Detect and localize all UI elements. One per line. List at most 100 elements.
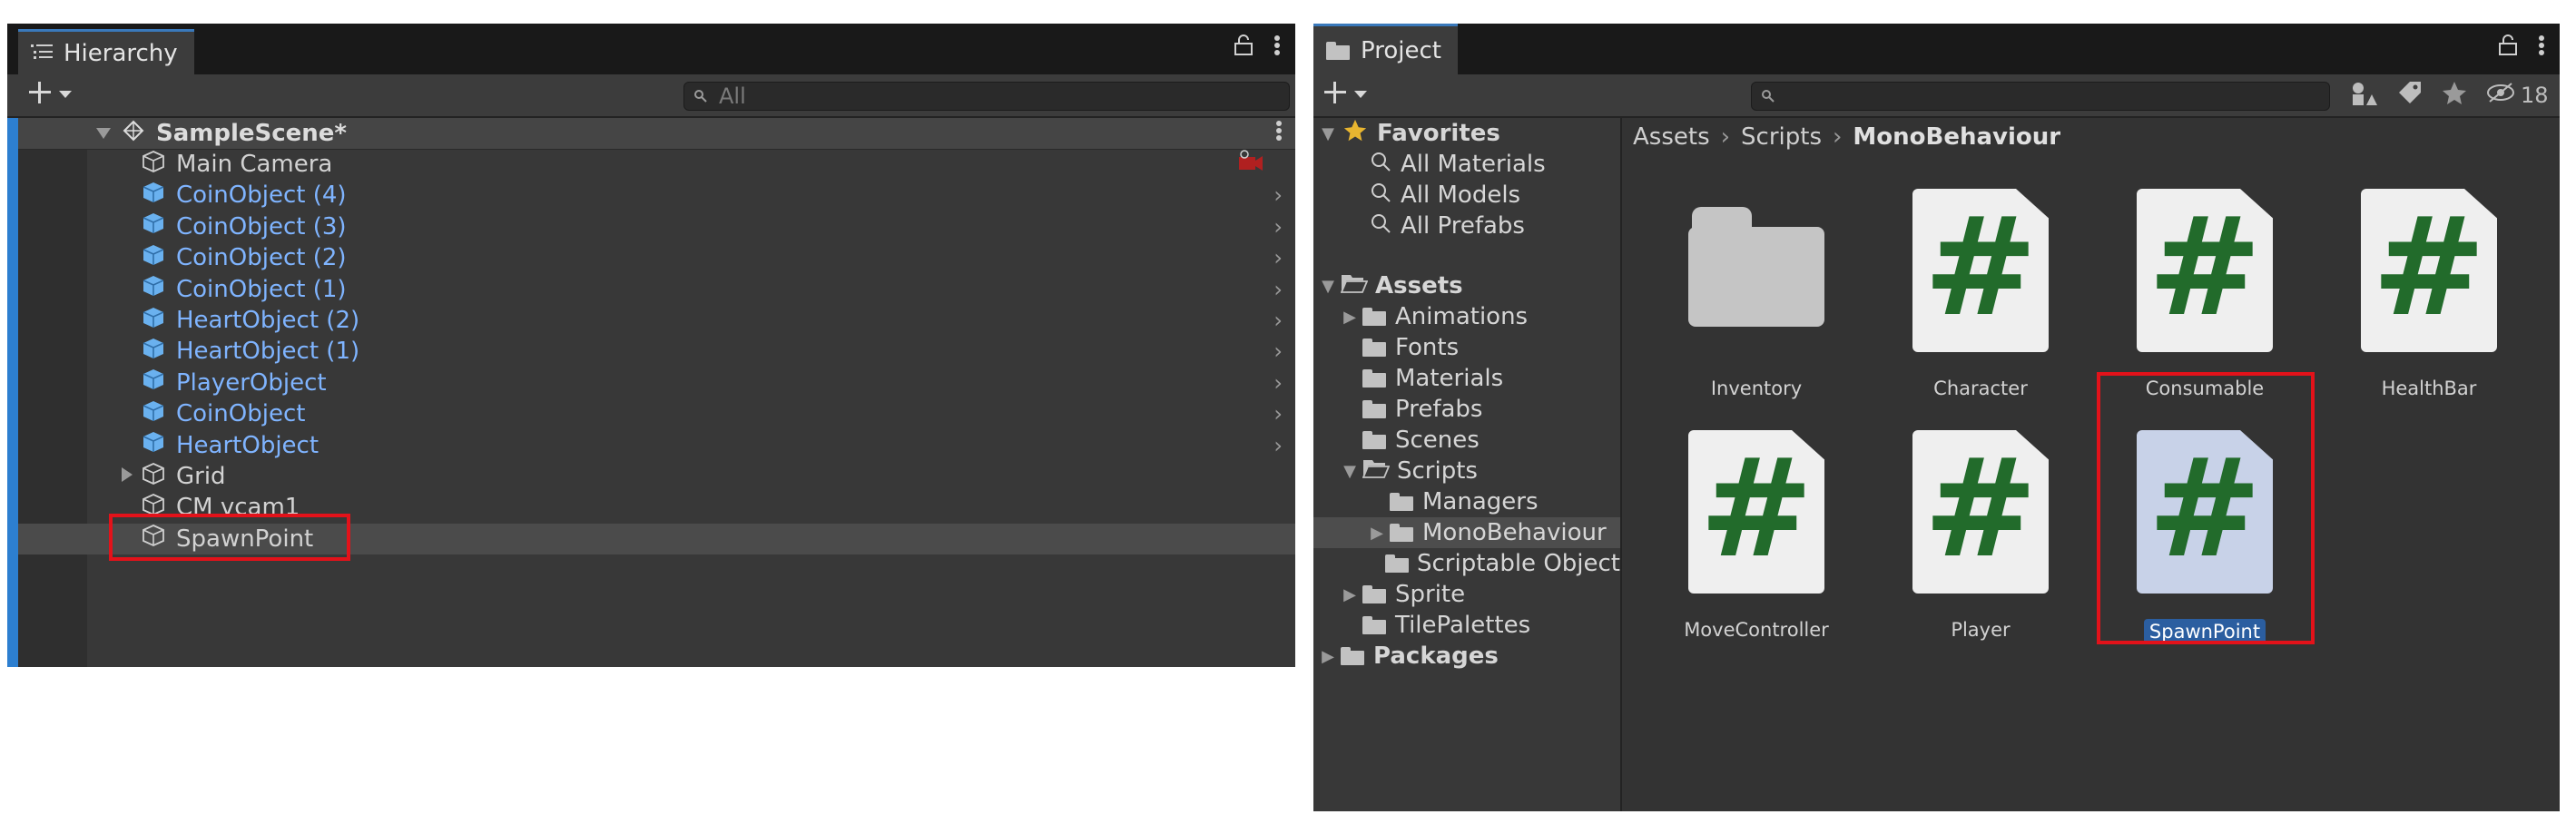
- collapse-triangle-icon[interactable]: ▼: [1341, 462, 1359, 481]
- expand-triangle-icon[interactable]: ▶: [1319, 647, 1337, 666]
- hierarchy-row[interactable]: SpawnPoint: [18, 523, 1295, 554]
- asset-name-wrap: HealthBar: [2338, 352, 2520, 399]
- breadcrumb-item[interactable]: MonoBehaviour: [1853, 123, 2060, 151]
- search-icon: [1370, 212, 1391, 240]
- hidden-count: 18: [2521, 83, 2549, 108]
- plus-icon: [27, 80, 53, 109]
- open-prefab-chevron-icon[interactable]: ›: [1273, 182, 1283, 208]
- expand-triangle-icon[interactable]: [120, 463, 134, 490]
- hierarchy-row[interactable]: CM vcam1: [18, 492, 1295, 523]
- label-tag-icon[interactable]: [2395, 80, 2423, 111]
- csharp-script-icon: #: [1912, 430, 2049, 594]
- favorite-star-icon[interactable]: [2441, 80, 2468, 111]
- tree-item[interactable]: Scenes: [1313, 425, 1620, 456]
- unity-scene-icon: [122, 119, 145, 149]
- open-prefab-chevron-icon[interactable]: ›: [1273, 339, 1283, 364]
- camera-gizmo-icon: [1237, 149, 1264, 180]
- open-prefab-chevron-icon[interactable]: ›: [1273, 370, 1283, 396]
- scene-expand-triangle-icon[interactable]: [94, 120, 113, 147]
- hierarchy-tab[interactable]: Hierarchy: [18, 29, 194, 74]
- hidden-packages-toggle[interactable]: 18: [2486, 82, 2549, 109]
- asset-script-item[interactable]: # Character: [1890, 189, 2071, 399]
- folder-icon: [1362, 308, 1386, 326]
- breadcrumb-item[interactable]: Scripts: [1741, 123, 1822, 151]
- asset-name-wrap: Player: [1890, 594, 2071, 641]
- hierarchy-search-field[interactable]: All: [683, 82, 1290, 111]
- scene-options-icon[interactable]: [1275, 120, 1283, 148]
- asset-script-item[interactable]: # Player: [1890, 430, 2071, 641]
- hierarchy-row[interactable]: HeartObject (2) ›: [18, 305, 1295, 336]
- project-tab[interactable]: Project: [1313, 24, 1458, 74]
- tree-item[interactable]: Scriptable Object: [1313, 548, 1620, 579]
- chevron-down-icon: [1353, 86, 1368, 103]
- tree-item[interactable]: Fonts: [1313, 332, 1620, 363]
- hierarchy-row[interactable]: HeartObject (1) ›: [18, 336, 1295, 367]
- collapse-triangle-icon[interactable]: ▼: [1319, 124, 1337, 143]
- tree-item[interactable]: TilePalettes: [1313, 610, 1620, 641]
- lock-icon[interactable]: [2498, 34, 2518, 60]
- tree-item-label: Packages: [1373, 643, 1499, 670]
- tree-item[interactable]: ▶ Sprite: [1313, 579, 1620, 610]
- tree-item[interactable]: ▶ MonoBehaviour: [1313, 517, 1620, 548]
- expand-triangle-icon[interactable]: ▶: [1341, 585, 1359, 604]
- asset-script-item[interactable]: # Consumable: [2114, 189, 2296, 399]
- asset-folder-item[interactable]: Inventory: [1666, 189, 1847, 399]
- asset-script-item[interactable]: # SpawnPoint: [2114, 430, 2296, 644]
- create-dropdown-button[interactable]: [1322, 80, 1368, 109]
- tree-item-label: Scripts: [1397, 457, 1478, 485]
- tree-item-label: Assets: [1375, 272, 1463, 299]
- hierarchy-row[interactable]: CoinObject (3) ›: [18, 211, 1295, 242]
- hierarchy-row-label: PlayerObject: [176, 368, 327, 397]
- tree-item-label: Prefabs: [1395, 396, 1483, 423]
- hierarchy-row[interactable]: Grid: [18, 461, 1295, 492]
- hierarchy-row[interactable]: PlayerObject ›: [18, 368, 1295, 398]
- open-prefab-chevron-icon[interactable]: ›: [1273, 433, 1283, 458]
- tree-item[interactable]: All Models: [1313, 180, 1620, 211]
- open-prefab-chevron-icon[interactable]: ›: [1273, 214, 1283, 240]
- tree-item[interactable]: Managers: [1313, 486, 1620, 517]
- asset-name-wrap: Inventory: [1666, 352, 1847, 399]
- hierarchy-panel: Hierarchy All SampleScene* Main Camera C…: [7, 24, 1295, 667]
- expand-triangle-icon[interactable]: ▶: [1368, 524, 1386, 543]
- expand-triangle-icon[interactable]: ▶: [1341, 308, 1359, 327]
- hierarchy-row-label: CoinObject (2): [176, 244, 347, 272]
- tree-item[interactable]: Materials: [1313, 363, 1620, 394]
- asset-name: MoveController: [1684, 619, 1829, 641]
- asset-name: Player: [1951, 619, 2011, 641]
- collapse-triangle-icon[interactable]: ▼: [1319, 277, 1337, 296]
- create-dropdown-button[interactable]: [27, 80, 73, 109]
- hierarchy-row[interactable]: Main Camera: [18, 149, 1295, 180]
- search-by-type-icon[interactable]: [2350, 80, 2377, 111]
- open-prefab-chevron-icon[interactable]: ›: [1273, 401, 1283, 427]
- tree-item[interactable]: ▼ Scripts: [1313, 456, 1620, 486]
- asset-script-item[interactable]: # MoveController: [1666, 430, 1847, 641]
- breadcrumb-item[interactable]: Assets: [1633, 123, 1710, 151]
- gameobject-cube-icon: [142, 524, 165, 554]
- csharp-script-icon: #: [2361, 189, 2497, 352]
- open-prefab-chevron-icon[interactable]: ›: [1273, 277, 1283, 302]
- breadcrumb-separator-icon: ›: [1720, 123, 1731, 151]
- project-search-field[interactable]: [1751, 82, 2330, 111]
- hierarchy-row[interactable]: CoinObject (2) ›: [18, 242, 1295, 273]
- more-options-icon[interactable]: [2538, 34, 2545, 60]
- open-prefab-chevron-icon[interactable]: ›: [1273, 308, 1283, 333]
- tree-item[interactable]: ▶ Animations: [1313, 301, 1620, 332]
- more-options-icon[interactable]: [1273, 34, 1281, 60]
- hierarchy-row[interactable]: CoinObject (1) ›: [18, 274, 1295, 305]
- tree-item[interactable]: All Prefabs: [1313, 211, 1620, 241]
- prefab-cube-icon: [142, 211, 165, 241]
- hierarchy-row[interactable]: HeartObject ›: [18, 430, 1295, 461]
- lock-icon[interactable]: [1234, 34, 1254, 60]
- tree-item[interactable]: ▼ Favorites: [1313, 118, 1620, 149]
- open-prefab-chevron-icon[interactable]: ›: [1273, 245, 1283, 270]
- tree-item[interactable]: ▼ Assets: [1313, 270, 1620, 301]
- hierarchy-row[interactable]: CoinObject (4) ›: [18, 180, 1295, 211]
- project-toolbar: 18: [1313, 74, 2560, 118]
- scene-row[interactable]: SampleScene*: [18, 118, 1295, 150]
- tree-item[interactable]: ▶ Packages: [1313, 641, 1620, 672]
- asset-script-item[interactable]: # HealthBar: [2338, 189, 2520, 399]
- folder-icon: [1362, 400, 1386, 418]
- tree-item[interactable]: All Materials: [1313, 149, 1620, 180]
- hierarchy-row[interactable]: CoinObject ›: [18, 398, 1295, 429]
- tree-item[interactable]: Prefabs: [1313, 394, 1620, 425]
